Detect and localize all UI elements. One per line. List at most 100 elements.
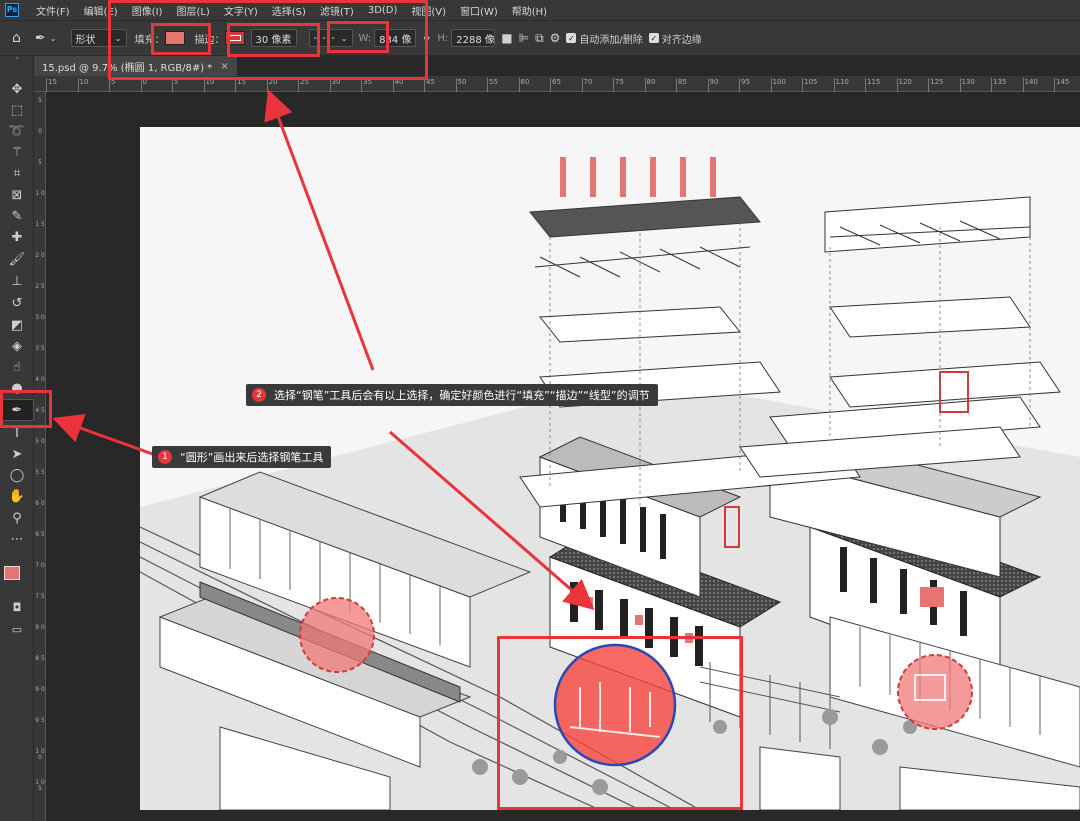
callout-number: 1 <box>158 450 172 464</box>
pen-tool-preset-icon[interactable]: ✒ ⌄ <box>35 31 57 46</box>
menu-image[interactable]: 图像(I) <box>125 3 170 18</box>
ruler-tick-label: 5 <box>108 78 116 92</box>
auto-add-delete-checkbox[interactable]: ✓ 自动添加/删除 <box>566 31 643 46</box>
path-arrangement-icon[interactable]: ⧉ <box>535 31 544 46</box>
ruler-tick-label: 15 <box>235 78 246 92</box>
gear-icon[interactable]: ⚙ <box>550 31 561 45</box>
width-value: 834 像 <box>379 34 412 46</box>
zoom-icon[interactable]: ⚲ <box>0 507 34 529</box>
quick-mask-icon[interactable]: ◘ <box>0 596 34 618</box>
stroke-width-field[interactable]: 30 像素 <box>250 29 297 47</box>
ruler-tick-label: 4 5 <box>35 407 45 414</box>
document-canvas[interactable] <box>140 127 1080 810</box>
eyedropper-icon[interactable]: ✎ <box>0 205 34 227</box>
checkbox-checked-icon: ✓ <box>648 33 659 43</box>
fill-control[interactable]: 填充： <box>135 31 185 46</box>
dashed-line-icon: - - - <box>313 32 336 44</box>
healing-icon[interactable]: ✚ <box>0 226 34 248</box>
tools-panel: » ✥ ⬚ ➰ ⚚ ⌗ ⊠ ✎ ✚ 🖌 ⊥ ↺ ◩ ◈ ☝ ● ✒ T ➤ ◯ … <box>0 56 34 821</box>
paint-bucket-icon[interactable]: ◈ <box>0 335 34 357</box>
ruler-tick-label: 115 <box>864 78 881 92</box>
ruler-tick-label: 145 <box>1053 78 1070 92</box>
ruler-tick-label: 3 5 <box>35 345 45 352</box>
tool-mode-dropdown[interactable]: 形状 ⌄ <box>70 29 127 47</box>
height-field[interactable]: H: 2288 像 <box>437 29 496 47</box>
ruler-tick-label: 15 <box>46 78 57 92</box>
menu-help[interactable]: 帮助(H) <box>505 3 554 18</box>
menu-file[interactable]: 文件(F) <box>29 3 77 18</box>
stamp-icon[interactable]: ⊥ <box>0 270 34 292</box>
move-icon[interactable]: ✥ <box>0 78 34 100</box>
chevron-down-icon: ⌄ <box>340 33 348 43</box>
path-alignment-icon[interactable]: ⊫ <box>519 31 529 45</box>
lasso-icon[interactable]: ➰ <box>0 120 34 142</box>
ruler-tick-label: 65 <box>550 78 561 92</box>
magic-wand-icon[interactable]: ⚚ <box>0 141 34 163</box>
ruler-tick-label: 40 <box>392 78 404 92</box>
ruler-tick-label: 5 <box>171 78 179 92</box>
ruler-tick-label: 8 0 <box>35 624 45 631</box>
smudge-icon[interactable]: ☝ <box>0 356 34 378</box>
ruler-tick-label: 2 0 <box>35 252 45 259</box>
crop-icon[interactable]: ⌗ <box>0 162 34 184</box>
history-brush-icon[interactable]: ↺ <box>0 292 34 314</box>
more-icon[interactable]: ⋯ <box>0 528 34 550</box>
ruler-tick-label: 5 0 <box>35 438 45 445</box>
auto-add-delete-label: 自动添加/删除 <box>579 34 643 46</box>
panel-collapse-icon[interactable]: » <box>0 56 34 62</box>
photoshop-window: Ps 文件(F) 编辑(E) 图像(I) 图层(L) 文字(Y) 选择(S) 滤… <box>0 0 1080 821</box>
type-icon[interactable]: T <box>0 422 34 444</box>
ellipse-icon[interactable]: ◯ <box>0 464 34 486</box>
hand-icon[interactable]: ✋ <box>0 485 34 507</box>
path-select-icon[interactable]: ➤ <box>0 443 34 465</box>
stroke-control[interactable]: 描边： <box>195 31 245 46</box>
stroke-type-dropdown[interactable]: - - - ⌄ <box>308 29 353 47</box>
menu-filter[interactable]: 滤镜(T) <box>313 3 361 18</box>
menu-layer[interactable]: 图层(L) <box>169 3 216 18</box>
ruler-tick-label: 30 <box>329 78 341 92</box>
ruler-tick-label: 2 5 <box>35 283 45 290</box>
brush-icon[interactable]: 🖌 <box>0 248 34 270</box>
marquee-icon[interactable]: ⬚ <box>0 99 34 121</box>
menu-edit[interactable]: 编辑(E) <box>77 3 125 18</box>
dodge-icon[interactable]: ● <box>0 377 34 399</box>
ruler-tick-label: 8 5 <box>35 655 45 662</box>
ruler-tick-label: 80 <box>644 78 656 92</box>
foreground-color-swatch[interactable] <box>4 566 20 580</box>
menu-window[interactable]: 窗口(W) <box>453 3 505 18</box>
frame-icon[interactable]: ⊠ <box>0 184 34 206</box>
align-edges-checkbox[interactable]: ✓ 对齐边缘 <box>648 31 702 46</box>
fill-swatch[interactable] <box>164 31 185 45</box>
menu-3d[interactable]: 3D(D) <box>361 5 405 16</box>
chevron-down-icon: ⌄ <box>114 33 122 43</box>
align-edges-label: 对齐边缘 <box>661 34 702 46</box>
ruler-tick-label: 35 <box>361 78 372 92</box>
ruler-tick-label: 5 <box>38 159 42 166</box>
checkbox-checked-icon: ✓ <box>566 33 577 43</box>
menu-bar: Ps 文件(F) 编辑(E) 图像(I) 图层(L) 文字(Y) 选择(S) 滤… <box>0 0 1080 20</box>
eraser-icon[interactable]: ◩ <box>0 314 34 336</box>
ruler-tick-label: 20 <box>266 78 278 92</box>
width-field[interactable]: W: 834 像 <box>359 29 417 47</box>
ruler-tick-label: 100 <box>770 78 786 92</box>
menu-select[interactable]: 选择(S) <box>265 3 313 18</box>
ruler-tick-label: 130 <box>959 78 975 92</box>
ruler-tick-label: 0 <box>140 78 147 92</box>
ruler-tick-label: 4 0 <box>35 376 45 383</box>
ruler-tick-label: 95 <box>739 78 750 92</box>
callout-number: 2 <box>252 388 266 402</box>
close-icon[interactable]: × <box>220 61 228 72</box>
ruler-tick-label: 1 0 <box>35 190 45 197</box>
link-icon[interactable]: ⚭ <box>422 32 431 45</box>
ruler-tick-label: 5 <box>38 97 42 104</box>
menu-view[interactable]: 视图(V) <box>404 3 453 18</box>
path-operations-icon[interactable]: ■ <box>501 31 512 45</box>
pen-icon[interactable]: ✒ <box>0 399 34 421</box>
ruler-tick-label: 50 <box>455 78 467 92</box>
stroke-swatch[interactable] <box>224 31 245 45</box>
screen-mode-icon[interactable]: ▭ <box>0 618 34 640</box>
height-label: H: <box>437 32 449 44</box>
home-icon[interactable]: ⌂ <box>12 30 21 46</box>
menu-type[interactable]: 文字(Y) <box>217 3 265 18</box>
document-tab[interactable]: 15.psd @ 9.7% (椭圆 1, RGB/8#) * × <box>34 56 237 76</box>
